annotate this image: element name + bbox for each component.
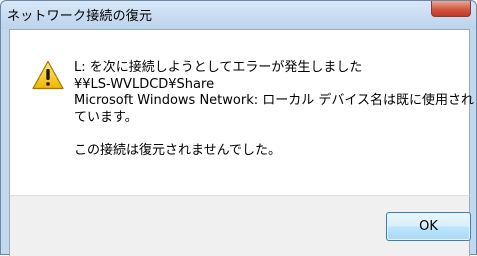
close-icon[interactable] — [431, 1, 471, 17]
message-line-not-restored: この接続は復元されませんでした。 — [74, 142, 281, 158]
message-line-share-path: ¥¥LS-WVLDCD¥Share — [74, 76, 215, 92]
message-line-error: L: を次に接続しようとしてエラーが発生しました — [74, 60, 363, 75]
ok-button[interactable]: OK — [386, 212, 471, 241]
message-line-network-error: Microsoft Windows Network: ローカル デバイス名は既に… — [74, 93, 474, 108]
error-message: L: を次に接続しようとしてエラーが発生しました ¥¥LS-WVLDCD¥Sha… — [74, 60, 474, 159]
dialog-window: ネットワーク接続の復元 L: を次に接続しようとしてエラーが発生しました ¥¥L… — [0, 0, 477, 256]
title-bar[interactable]: ネットワーク接続の復元 — [1, 1, 476, 29]
warning-triangle-icon — [32, 60, 64, 90]
window-title: ネットワーク接続の復元 — [7, 9, 153, 24]
message-spacer — [74, 126, 459, 143]
button-bar: OK — [9, 195, 471, 256]
message-area: L: を次に接続しようとしてエラーが発生しました ¥¥LS-WVLDCD¥Sha… — [9, 29, 474, 195]
message-line-network-error-cont: ています。 — [74, 109, 138, 125]
